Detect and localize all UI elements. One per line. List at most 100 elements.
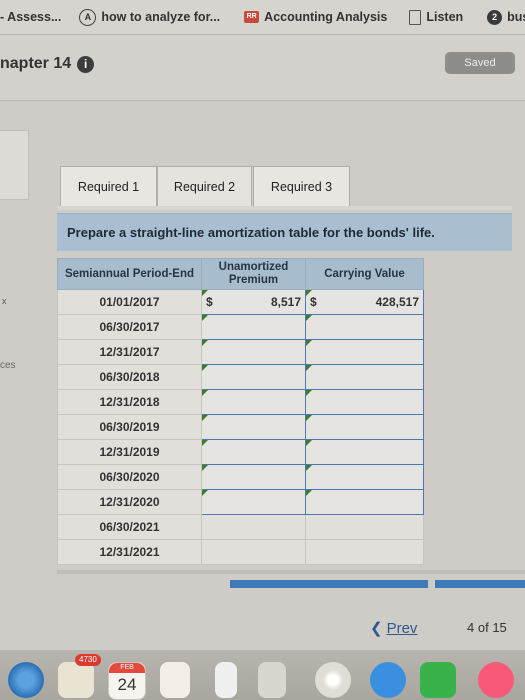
- tab-required-2[interactable]: Required 2: [157, 166, 252, 207]
- premium-input[interactable]: [201, 489, 306, 515]
- tab-accounting-analysis-label: Accounting Analysis: [264, 10, 388, 24]
- period-date: 12/31/2020: [57, 489, 202, 515]
- input-corner-marker: [202, 340, 208, 346]
- carrying-input[interactable]: $ 428,517: [305, 289, 424, 315]
- premium-input[interactable]: [201, 339, 306, 365]
- tab-how-to-analyze-label: how to analyze for...: [101, 10, 221, 24]
- notes-icon[interactable]: [160, 662, 190, 698]
- input-corner-marker: [202, 290, 208, 296]
- tab-required-1[interactable]: Required 1: [60, 166, 157, 207]
- period-date: 06/30/2021: [57, 514, 202, 540]
- tab-required-2-label: Required 2: [173, 180, 236, 194]
- carrying-input[interactable]: [305, 489, 424, 515]
- page-indicator: 4 of 15: [467, 620, 507, 635]
- input-corner-marker: [202, 315, 208, 321]
- table-row: 06/30/2018: [57, 364, 424, 390]
- tab-divider: [57, 206, 512, 210]
- calendar-month: FEB: [109, 663, 145, 673]
- period-date: 06/30/2018: [57, 364, 202, 390]
- maps-icon[interactable]: [258, 662, 286, 698]
- input-corner-marker: [306, 440, 312, 446]
- header-period-end: Semiannual Period-End: [57, 258, 202, 290]
- input-corner-marker: [306, 365, 312, 371]
- prev-button[interactable]: ❮ Prev: [370, 619, 418, 638]
- page-current: 4: [467, 620, 475, 635]
- carrying-cell-empty: [305, 514, 424, 540]
- period-date: 06/30/2019: [57, 414, 202, 440]
- tab-required-1-label: Required 1: [77, 180, 140, 194]
- carrying-input[interactable]: [305, 314, 424, 340]
- tab-business[interactable]: 2 busin: [487, 9, 525, 25]
- side-panel: [0, 130, 29, 200]
- saved-status-button[interactable]: Saved: [445, 52, 515, 74]
- tab-required-3-label: Required 3: [270, 180, 333, 194]
- facetime-icon[interactable]: [420, 662, 456, 698]
- table-row: 12/31/2019: [57, 439, 424, 465]
- side-x-text: x: [2, 296, 7, 306]
- carrying-cell-empty: [305, 539, 424, 565]
- content-bottom-shadow: [57, 570, 525, 574]
- input-corner-marker: [202, 440, 208, 446]
- table-row: 06/30/2020: [57, 464, 424, 490]
- info-icon[interactable]: i: [77, 55, 95, 73]
- premium-input[interactable]: $ 8,517: [201, 289, 306, 315]
- period-date: 06/30/2017: [57, 314, 202, 340]
- carrying-input[interactable]: [305, 464, 424, 490]
- input-corner-marker: [202, 415, 208, 421]
- tab-required-3[interactable]: Required 3: [253, 166, 350, 207]
- tab-how-to-analyze[interactable]: A how to analyze for...: [79, 8, 221, 26]
- premium-input[interactable]: [201, 364, 306, 390]
- carrying-input[interactable]: [305, 439, 424, 465]
- page-total: 15: [492, 620, 507, 635]
- tab-assess-label: - Assess...: [0, 10, 62, 24]
- table-header-row: Semiannual Period-End Unamortized Premiu…: [57, 258, 424, 290]
- messages-icon[interactable]: [370, 662, 406, 698]
- calendar-icon[interactable]: FEB 24: [108, 662, 146, 700]
- input-corner-marker: [306, 290, 312, 296]
- input-corner-marker: [306, 415, 312, 421]
- table-row: 06/30/2021: [57, 514, 424, 540]
- table-row: 12/31/2020: [57, 489, 424, 515]
- table-row: 12/31/2017: [57, 339, 424, 365]
- carrying-input[interactable]: [305, 339, 424, 365]
- rr-icon: RR: [244, 11, 260, 23]
- period-date: 06/30/2020: [57, 464, 202, 490]
- safari-icon[interactable]: [8, 662, 44, 698]
- premium-input[interactable]: [201, 464, 306, 490]
- header-carrying-value: Carrying Value: [305, 258, 424, 290]
- tab-assess[interactable]: - Assess...: [0, 10, 61, 24]
- chevron-left-icon: ❮: [370, 620, 383, 637]
- tab-listen[interactable]: Listen: [409, 9, 464, 25]
- premium-input[interactable]: [201, 314, 306, 340]
- instruction-banner: Prepare a straight-line amortization tab…: [57, 213, 512, 251]
- table-row: 12/31/2018: [57, 389, 424, 415]
- premium-input[interactable]: [201, 389, 306, 415]
- input-corner-marker: [306, 490, 312, 496]
- table-row: 12/31/2021: [57, 539, 424, 565]
- carrying-input[interactable]: [305, 414, 424, 440]
- side-references-text[interactable]: ces: [0, 360, 16, 371]
- tab-accounting-analysis[interactable]: RR Accounting Analysis: [244, 10, 387, 24]
- carrying-input[interactable]: [305, 364, 424, 390]
- macos-dock: 4730 FEB 24: [0, 650, 525, 700]
- carrying-input[interactable]: [305, 389, 424, 415]
- tab-business-label: busin: [507, 10, 525, 24]
- premium-cell-empty: [201, 514, 306, 540]
- browser-bookmark-bar: - Assess... A how to analyze for... RR A…: [0, 0, 525, 35]
- input-corner-marker: [306, 315, 312, 321]
- photos-icon[interactable]: [315, 662, 351, 698]
- premium-input[interactable]: [201, 414, 306, 440]
- table-row: 06/30/2019: [57, 414, 424, 440]
- music-icon[interactable]: [478, 662, 514, 698]
- tab-listen-label: Listen: [426, 10, 464, 24]
- business-icon: 2: [487, 9, 503, 25]
- chegg-icon: A: [79, 8, 97, 26]
- prev-label: Prev: [386, 619, 418, 637]
- reminders-icon[interactable]: [215, 662, 237, 698]
- chapter-label: napter 14: [0, 55, 72, 72]
- header-unamortized-premium: Unamortized Premium: [201, 258, 306, 290]
- input-corner-marker: [202, 365, 208, 371]
- input-corner-marker: [202, 490, 208, 496]
- mail-icon[interactable]: [58, 662, 94, 698]
- premium-input[interactable]: [201, 439, 306, 465]
